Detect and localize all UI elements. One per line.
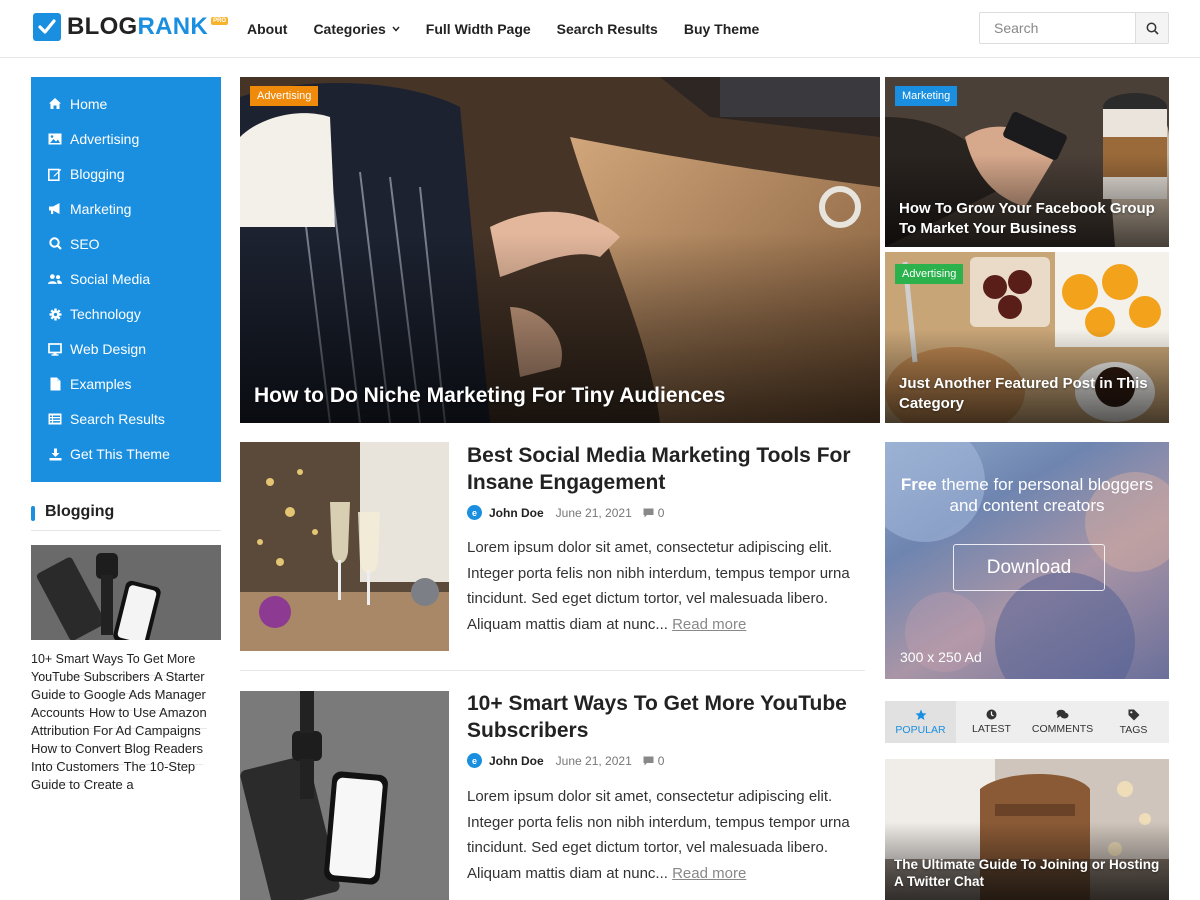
wine-glasses-image [240, 442, 449, 651]
featured-side1-title[interactable]: How To Grow Your Facebook Group To Marke… [899, 199, 1161, 239]
sidebar-tabs: POPULAR LATEST COMMENTS TAGS [885, 701, 1169, 743]
search-icon [1146, 22, 1159, 35]
smartwatch-phone-image [240, 691, 449, 900]
sidebar-item-technology[interactable]: Technology [31, 297, 221, 332]
featured-post-side-2[interactable]: Advertising Just Another Featured Post i… [885, 252, 1169, 423]
post-title[interactable]: Best Social Media Marketing Tools For In… [467, 442, 857, 496]
ad-size-label: 300 x 250 Ad [900, 649, 982, 665]
smartwatch-phone-image [31, 545, 221, 640]
file-icon [48, 377, 62, 391]
nav-about[interactable]: About [247, 21, 287, 37]
edit-icon [48, 167, 62, 181]
sidebar-item-examples[interactable]: Examples [31, 367, 221, 402]
sidebar-post-thumbnail[interactable] [31, 545, 221, 640]
post-title[interactable]: 10+ Smart Ways To Get More YouTube Subsc… [467, 690, 857, 744]
sidebar-item-search-results[interactable]: Search Results [31, 402, 221, 437]
post-meta: e John Doe June 21, 2021 0 [467, 505, 664, 520]
clock-icon [986, 709, 997, 720]
sidebar-item-get-this-theme[interactable]: Get This Theme [31, 437, 221, 472]
sidebar-item-social-media[interactable]: Social Media [31, 261, 221, 296]
featured-post-main[interactable]: Advertising How to Do Niche Marketing Fo… [240, 77, 880, 423]
sidebar-item-marketing[interactable]: Marketing [31, 191, 221, 226]
read-more-link[interactable]: Read more [672, 616, 746, 633]
tab-post-title[interactable]: The Ultimate Guide To Joining or Hosting… [894, 856, 1164, 890]
featured-post-side-1[interactable]: Marketing How To Grow Your Facebook Grou… [885, 77, 1169, 247]
author-name[interactable]: John Doe [489, 506, 544, 520]
users-icon [48, 272, 62, 286]
home-icon [48, 97, 62, 111]
nav-full-width-page[interactable]: Full Width Page [426, 21, 531, 37]
read-more-link[interactable]: Read more [672, 865, 746, 882]
post-date: June 21, 2021 [555, 505, 632, 520]
tab-popular[interactable]: POPULAR [885, 701, 956, 743]
download-icon [48, 447, 62, 461]
heading-accent-bar [31, 506, 35, 521]
author-avatar[interactable]: e [467, 753, 482, 768]
ad-headline: Free theme for personal bloggers and con… [900, 475, 1154, 515]
sidebar-item-blogging[interactable]: Blogging [31, 156, 221, 191]
search-box [979, 12, 1169, 44]
post-thumbnail[interactable] [240, 691, 449, 900]
sidebar-item-web-design[interactable]: Web Design [31, 332, 221, 367]
tab-popular-post[interactable]: The Ultimate Guide To Joining or Hosting… [885, 759, 1169, 900]
search-button[interactable] [1135, 13, 1168, 43]
comments-icon [1056, 709, 1069, 719]
category-badge[interactable]: Advertising [895, 264, 964, 284]
site-logo[interactable]: BLOGRANK PRO [33, 13, 229, 41]
gear-icon [48, 307, 62, 321]
site-header: BLOGRANK PRO About Categories Full Width… [0, 0, 1200, 58]
nav-categories[interactable]: Categories [313, 21, 400, 37]
tab-tags[interactable]: TAGS [1098, 701, 1169, 743]
post-meta: e John Doe June 21, 2021 0 [467, 753, 664, 768]
sidebar-post-list: 10+ Smart Ways To Get More YouTube Subsc… [31, 650, 221, 794]
sidebar-item-home[interactable]: Home [31, 86, 221, 121]
tab-comments[interactable]: COMMENTS [1027, 701, 1098, 743]
nav-search-results[interactable]: Search Results [557, 21, 658, 37]
ad-banner: Free theme for personal bloggers and con… [885, 442, 1169, 679]
post-excerpt: Lorem ipsum dolor sit amet, consectetur … [467, 788, 850, 883]
category-badge[interactable]: Advertising [250, 86, 319, 106]
post-excerpt: Lorem ipsum dolor sit amet, consectetur … [467, 539, 850, 634]
image-icon [48, 132, 62, 146]
author-avatar[interactable]: e [467, 505, 482, 520]
megaphone-icon [48, 202, 62, 216]
search-input[interactable] [980, 13, 1135, 43]
sidebar-item-advertising[interactable]: Advertising [31, 121, 221, 156]
pro-badge: PRO [211, 17, 229, 25]
sidebar-category-menu: Home Advertising Blogging Marketing SEO … [31, 77, 221, 482]
post-date: June 21, 2021 [555, 753, 632, 768]
widget-heading-blogging: Blogging [31, 503, 221, 531]
star-icon [915, 709, 926, 720]
nav-buy-theme[interactable]: Buy Theme [684, 21, 759, 37]
list-icon [48, 412, 62, 426]
post-divider [240, 670, 865, 671]
featured-side2-title[interactable]: Just Another Featured Post in This Categ… [899, 374, 1161, 414]
comment-count[interactable]: 0 [643, 506, 664, 520]
site-name: BLOGRANK [67, 13, 209, 40]
chevron-down-icon [392, 26, 400, 32]
comment-count[interactable]: 0 [643, 754, 664, 768]
category-badge[interactable]: Marketing [895, 86, 958, 106]
comment-icon [643, 508, 654, 517]
tag-icon [1128, 709, 1139, 720]
post-thumbnail[interactable] [240, 442, 449, 651]
search-icon [48, 237, 62, 251]
author-name[interactable]: John Doe [489, 754, 544, 768]
featured-main-title[interactable]: How to Do Niche Marketing For Tiny Audie… [254, 383, 854, 409]
main-nav: About Categories Full Width Page Search … [247, 0, 759, 58]
comment-icon [643, 756, 654, 765]
tab-latest[interactable]: LATEST [956, 701, 1027, 743]
download-button[interactable]: Download [953, 544, 1105, 591]
checkmark-logo-icon [33, 13, 61, 41]
sidebar-item-seo[interactable]: SEO [31, 226, 221, 261]
desktop-icon [48, 342, 62, 356]
